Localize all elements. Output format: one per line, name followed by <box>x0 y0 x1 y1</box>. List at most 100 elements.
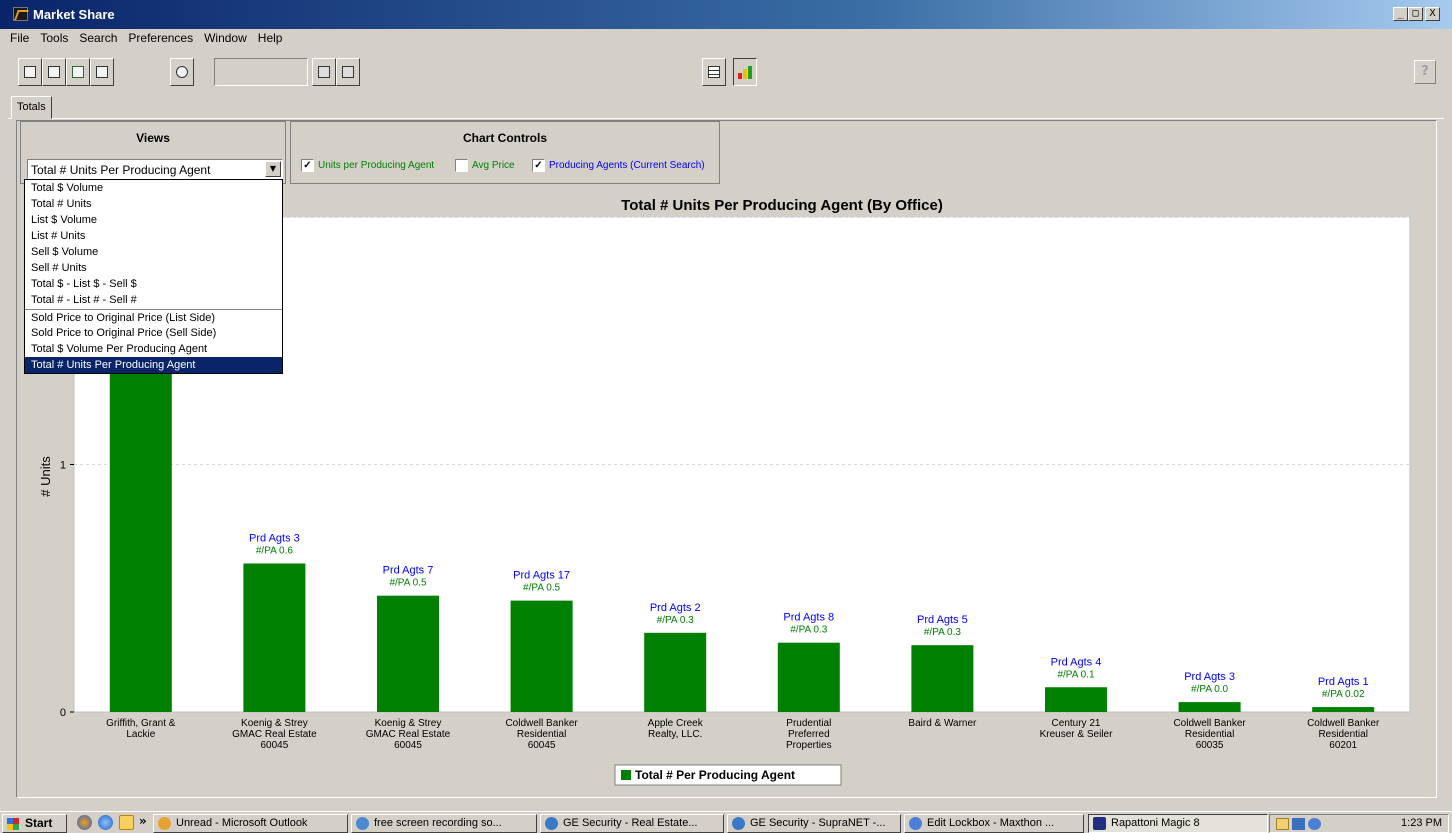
clock-quicklaunch-icon[interactable] <box>119 815 134 830</box>
menu-file[interactable]: File <box>10 29 29 48</box>
tray-app-icon[interactable] <box>1292 818 1305 830</box>
export-button[interactable] <box>66 58 90 86</box>
bar-label-agents: Prd Agts 4 <box>1051 656 1102 668</box>
x-tick-label: Realty, LLC. <box>648 729 702 740</box>
x-tick-label: 60045 <box>528 740 556 751</box>
bar-chart-icon <box>738 66 752 79</box>
help-button[interactable]: ? <box>1414 60 1436 84</box>
dropdown-option[interactable]: Total $ Volume Per Producing Agent <box>25 341 282 357</box>
dropdown-option[interactable]: Sell # Units <box>25 260 282 276</box>
bar-label-pa: #/PA 0.5 <box>523 583 561 594</box>
menu-bar: File Tools Search Preferences Window Hel… <box>0 29 1452 48</box>
person-search-icon <box>176 66 188 78</box>
find-person-button[interactable] <box>170 58 194 86</box>
mail-icon[interactable] <box>1276 818 1289 830</box>
send-icon <box>96 66 108 78</box>
checkbox-units-per-agent[interactable]: ✓ Units per Producing Agent <box>301 159 434 172</box>
views-dropdown-list[interactable]: Total $ Volume Total # Units List $ Volu… <box>24 179 283 374</box>
quicklaunch-more[interactable]: » <box>139 814 147 828</box>
tab-strip: Totals <box>8 95 1444 119</box>
task-screen-recording[interactable]: free screen recording so... <box>351 814 537 833</box>
x-tick-label: GMAC Real Estate <box>232 729 317 740</box>
bar-label-agents: Prd Agts 5 <box>917 614 968 626</box>
ie-quicklaunch-icon[interactable] <box>98 815 113 830</box>
tab-totals[interactable]: Totals <box>11 96 52 119</box>
bar <box>644 632 707 712</box>
maxthon-icon <box>909 817 922 830</box>
legend-swatch <box>621 770 631 780</box>
bar-label-agents: Prd Agts 8 <box>783 612 834 624</box>
window-title: Market Share <box>33 7 115 22</box>
start-button[interactable]: Start <box>2 814 67 833</box>
ie-icon <box>732 817 745 830</box>
checkbox-producing-agents[interactable]: ✓ Producing Agents (Current Search) <box>532 159 705 172</box>
export-icon <box>72 66 84 78</box>
x-tick-label: Century 21 <box>1052 718 1101 729</box>
print-button[interactable] <box>42 58 66 86</box>
dropdown-option[interactable]: Sell $ Volume <box>25 244 282 260</box>
task-label: Rapattoni Magic 8 <box>1111 817 1200 829</box>
bar <box>777 642 840 712</box>
menu-search[interactable]: Search <box>79 29 117 48</box>
minimize-button[interactable]: _ <box>1393 7 1408 21</box>
dropdown-option[interactable]: Total # Units <box>25 196 282 212</box>
rapattoni-icon <box>1093 817 1106 830</box>
x-tick-label: Prudential <box>786 718 831 729</box>
title-bar: Market Share _ □ X <box>0 0 1452 29</box>
views-select[interactable]: Total # Units Per Producing Agent ▼ <box>27 159 283 179</box>
x-tick-label: Baird & Warner <box>908 718 977 729</box>
task-label: GE Security - SupraNET -... <box>750 817 886 829</box>
dropdown-option-selected[interactable]: Total # Units Per Producing Agent <box>25 357 282 373</box>
bar-label-agents: Prd Agts 2 <box>650 602 701 614</box>
find-button[interactable] <box>312 58 336 86</box>
chart-view-button[interactable] <box>733 58 757 86</box>
menu-preferences[interactable]: Preferences <box>128 29 193 48</box>
network-icon[interactable] <box>1308 818 1321 830</box>
print-preview-button[interactable] <box>18 58 42 86</box>
table-icon <box>708 66 720 78</box>
menu-window[interactable]: Window <box>204 29 247 48</box>
x-tick-label: Preferred <box>788 729 830 740</box>
maximize-button[interactable]: □ <box>1408 7 1423 21</box>
menu-help[interactable]: Help <box>258 29 283 48</box>
x-tick-label: Residential <box>1185 729 1234 740</box>
search-input[interactable] <box>214 58 308 86</box>
browser-quicklaunch-icon[interactable] <box>77 815 92 830</box>
checkbox-box[interactable]: ✓ <box>532 159 545 172</box>
checkbox-avg-price[interactable]: Avg Price <box>455 159 515 172</box>
task-edit-lockbox[interactable]: Edit Lockbox - Maxthon ... <box>904 814 1084 833</box>
dropdown-option[interactable]: Total $ - List $ - Sell $ <box>25 276 282 292</box>
find-next-button[interactable] <box>336 58 360 86</box>
task-label: free screen recording so... <box>374 817 502 829</box>
views-group: Views Total # Units Per Producing Agent … <box>20 121 286 184</box>
x-tick-label: Kreuser & Seiler <box>1040 729 1113 740</box>
task-label: GE Security - Real Estate... <box>563 817 698 829</box>
bar-label-pa: #/PA 0.5 <box>389 578 427 589</box>
menu-tools[interactable]: Tools <box>40 29 68 48</box>
dropdown-option[interactable]: List # Units <box>25 228 282 244</box>
bar-label-pa: #/PA 0.0 <box>1191 684 1229 695</box>
dropdown-option[interactable]: Total $ Volume <box>25 180 282 196</box>
dropdown-option[interactable]: Total # - List # - Sell # <box>25 292 282 308</box>
dropdown-option[interactable]: Sold Price to Original Price (List Side) <box>25 309 282 325</box>
task-rapattoni[interactable]: Rapattoni Magic 8 <box>1088 814 1268 833</box>
task-ge-security-supranet[interactable]: GE Security - SupraNET -... <box>727 814 901 833</box>
x-tick-label: Coldwell Banker <box>1173 718 1246 729</box>
checkbox-box[interactable] <box>455 159 468 172</box>
table-view-button[interactable] <box>702 58 726 86</box>
task-outlook[interactable]: Unread - Microsoft Outlook <box>153 814 348 833</box>
bar-label-pa: #/PA 0.02 <box>1322 689 1365 700</box>
chevron-down-icon[interactable]: ▼ <box>265 161 281 177</box>
dropdown-option[interactable]: List $ Volume <box>25 212 282 228</box>
bar <box>377 595 439 712</box>
task-ge-security-real-estate[interactable]: GE Security - Real Estate... <box>540 814 724 833</box>
x-tick-label: Coldwell Banker <box>1307 718 1380 729</box>
checkbox-box[interactable]: ✓ <box>301 159 314 172</box>
dropdown-option[interactable]: Sold Price to Original Price (Sell Side) <box>25 325 282 341</box>
legend-label: Total # Per Producing Agent <box>635 768 795 782</box>
send-button[interactable] <box>90 58 114 86</box>
bar <box>510 600 573 712</box>
close-button[interactable]: X <box>1425 7 1440 21</box>
bar-label-pa: #/PA 0.1 <box>1057 669 1095 680</box>
x-tick-label: Lackie <box>126 729 155 740</box>
